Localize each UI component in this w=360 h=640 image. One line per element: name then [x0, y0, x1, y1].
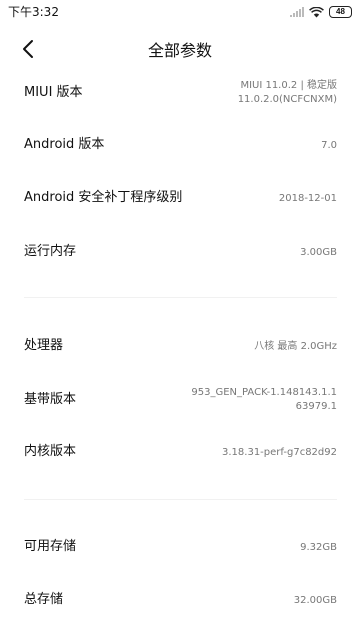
spec-value: 953_GEN_PACK-1.148143.1.1	[191, 387, 337, 398]
signal-icon	[290, 7, 304, 17]
spec-value-line2: 11.0.2.0(NCFCNXM)	[237, 94, 337, 105]
section-divider	[24, 297, 337, 298]
spec-row-baseband[interactable]: 基带版本 953_GEN_PACK-1.148143.1.1 63979.1	[0, 382, 360, 418]
spec-value: 7.0	[321, 140, 337, 151]
spec-label: Android 版本	[24, 137, 105, 152]
section-divider	[24, 499, 337, 500]
spec-value: 八核 最高 2.0GHz	[254, 341, 337, 352]
spec-value: 9.32GB	[300, 542, 337, 553]
spec-row-processor[interactable]: 处理器 八核 最高 2.0GHz	[0, 331, 360, 361]
spec-row-android-version[interactable]: Android 版本 7.0	[0, 130, 360, 160]
spec-row-security-patch[interactable]: Android 安全补丁程序级别 2018-12-01	[0, 183, 360, 213]
spec-label: 处理器	[24, 338, 64, 353]
status-time: 下午3:32	[8, 5, 59, 19]
spec-value: 3.18.31-perf-g7c82d92	[222, 447, 337, 458]
spec-label: 运行内存	[24, 244, 77, 259]
page-title: 全部参数	[147, 41, 212, 60]
status-icons: 48	[290, 4, 352, 20]
spec-row-ram[interactable]: 运行内存 3.00GB	[0, 237, 360, 267]
spec-row-kernel[interactable]: 内核版本 3.18.31-perf-g7c82d92	[0, 438, 360, 468]
spec-label: Android 安全补丁程序级别	[24, 190, 183, 205]
spec-label: 总存储	[24, 592, 64, 607]
wifi-icon	[309, 6, 324, 18]
spec-label: 可用存储	[24, 539, 77, 554]
status-bar: 下午3:32 48	[0, 0, 360, 26]
spec-value: MIUI 11.0.2 | 稳定版	[240, 80, 337, 91]
spec-value: 3.00GB	[300, 247, 337, 258]
spec-label: MIUI 版本	[24, 85, 83, 100]
spec-label: 内核版本	[24, 444, 77, 459]
spec-row-total-storage[interactable]: 总存储 32.00GB	[0, 586, 360, 616]
spec-row-available-storage[interactable]: 可用存储 9.32GB	[0, 533, 360, 563]
header: 全部参数	[0, 26, 360, 76]
spec-value: 32.00GB	[293, 595, 337, 606]
spec-label: 基带版本	[24, 392, 77, 407]
spec-value-line2: 63979.1	[295, 401, 337, 412]
battery-icon: 48	[329, 6, 352, 18]
spec-row-miui-version[interactable]: MIUI 版本 MIUI 11.0.2 | 稳定版 11.0.2.0(NCFCN…	[0, 76, 360, 112]
spec-value: 2018-12-01	[278, 193, 337, 204]
